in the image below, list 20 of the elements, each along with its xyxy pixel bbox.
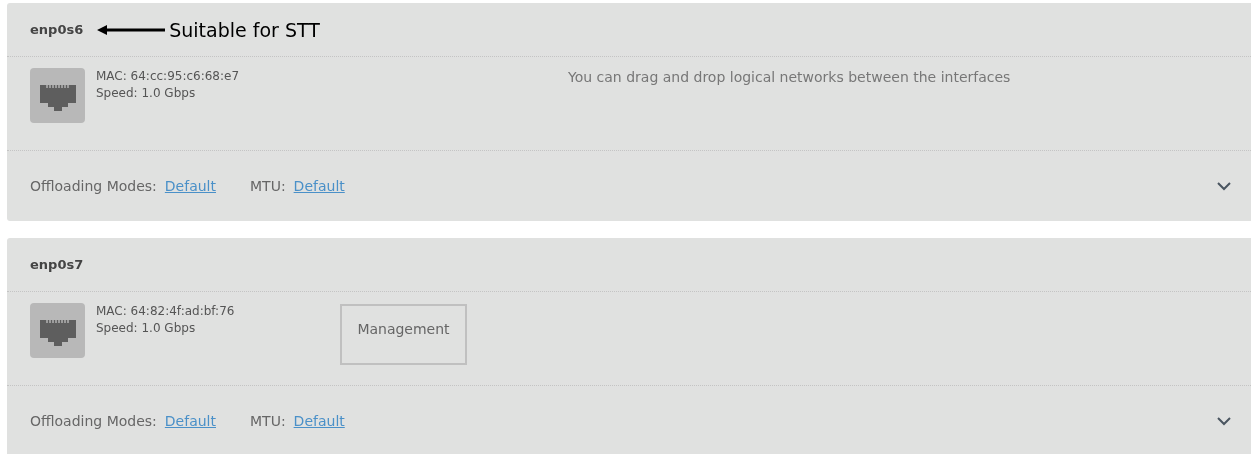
link-speed: Speed: 1.0 Gbps: [96, 85, 197, 102]
offloading-link[interactable]: Default: [164, 178, 216, 194]
offloading-label: Offloading Modes:: [30, 413, 157, 429]
drag-hint: You can drag and drop logical networks between the interfaces: [567, 69, 1012, 85]
link-speed: Speed: 1.0 Gbps: [96, 320, 197, 337]
expand-icon[interactable]: [1217, 416, 1231, 426]
mtu-link[interactable]: Default: [293, 178, 345, 194]
mtu-link[interactable]: Default: [293, 413, 345, 429]
offloading-link[interactable]: Default: [164, 413, 216, 429]
expand-icon[interactable]: [1217, 181, 1231, 191]
arrow-icon: [97, 24, 166, 35]
interface-name: enp0s7: [30, 257, 84, 272]
interface-name: enp0s6: [30, 22, 84, 37]
mac-address: MAC: 64:82:4f:ad:bf:76: [96, 303, 235, 320]
offloading-label: Offloading Modes:: [30, 178, 157, 194]
network-block[interactable]: Management: [340, 304, 467, 365]
annotation-text: Suitable for STT: [169, 18, 320, 41]
mac-address: MAC: 64:cc:95:c6:68:e7: [96, 68, 240, 85]
mtu-label: MTU:: [250, 178, 286, 194]
mtu-label: MTU:: [250, 413, 286, 429]
